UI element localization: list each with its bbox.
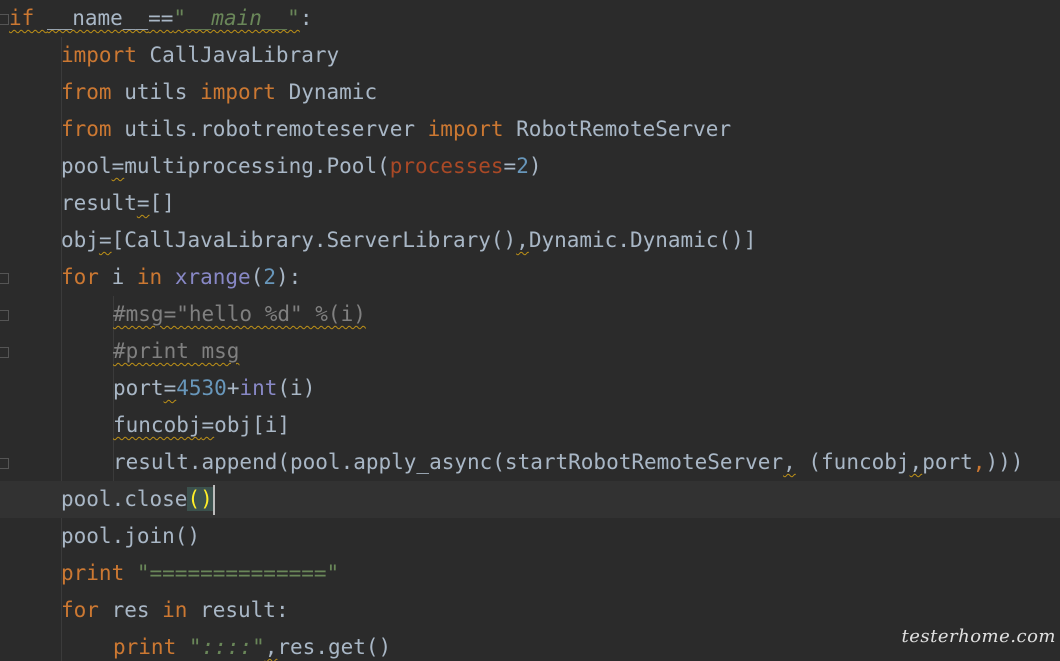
code-line[interactable]: from utils import Dynamic — [0, 74, 1060, 111]
operator: = — [136, 191, 150, 215]
code-line[interactable]: from utils.robotremoteserver import Robo… — [0, 111, 1060, 148]
identifier: CallJavaLibrary — [136, 43, 340, 67]
identifier: obj — [61, 228, 99, 252]
identifier: result: — [187, 598, 289, 622]
code-line[interactable]: pool.join() — [0, 518, 1060, 555]
string-literal: "==============" — [136, 561, 340, 585]
identifier: (funcobj — [795, 450, 910, 474]
builtin-function: xrange — [174, 265, 251, 289]
operator: + — [226, 376, 240, 400]
code-line[interactable]: result.append(pool.apply_async(startRobo… — [0, 444, 1060, 481]
code-line[interactable]: obj=[CallJavaLibrary.ServerLibrary(),Dyn… — [0, 222, 1060, 259]
identifier: Dynamic.Dynamic()] — [528, 228, 757, 252]
text-cursor — [212, 485, 215, 515]
operator: == — [148, 6, 174, 30]
keyword: import — [200, 80, 276, 104]
keyword: print — [113, 635, 177, 659]
identifier: res — [98, 598, 163, 622]
string-literal: "__main__" — [173, 6, 300, 30]
punctuation: [] — [149, 191, 175, 215]
keyword: print — [61, 561, 125, 585]
watermark-text: testerhome.com — [901, 626, 1056, 647]
operator: = — [111, 154, 125, 178]
number-literal: 4530 — [176, 376, 227, 400]
punctuation: , — [264, 635, 278, 659]
number-literal: 2 — [516, 154, 529, 178]
keyword: from — [61, 117, 112, 141]
code-line[interactable]: for res in result: — [0, 592, 1060, 629]
keyword: for — [61, 598, 99, 622]
punctuation: ))) — [985, 450, 1024, 474]
identifier: Dynamic — [275, 80, 378, 104]
keyword: in — [162, 598, 188, 622]
code-line[interactable]: port=4530+int(i) — [0, 370, 1060, 407]
identifier: port — [922, 450, 973, 474]
identifier: res.get() — [277, 635, 392, 659]
code-line-current[interactable]: pool.close() — [0, 481, 1060, 518]
keyword-argument: processes — [389, 154, 504, 178]
operator: = — [503, 154, 517, 178]
identifier: pool — [61, 154, 112, 178]
operator: = — [163, 376, 177, 400]
code-line[interactable]: #msg="hello %d" %(i) — [0, 296, 1060, 333]
keyword: if — [9, 6, 47, 30]
number-literal: 2 — [263, 265, 276, 289]
code-line[interactable]: result=[] — [0, 185, 1060, 222]
identifier: pool.join() — [61, 524, 201, 548]
identifier: (i) — [277, 376, 316, 400]
code-line[interactable]: pool=multiprocessing.Pool(processes=2) — [0, 148, 1060, 185]
identifier: result — [61, 191, 137, 215]
comment: #msg="hello %d" %(i) — [113, 302, 366, 326]
identifier: obj[i] — [214, 413, 291, 437]
identifier: port — [113, 376, 164, 400]
identifier: result.append(pool.apply_async(startRobo… — [113, 450, 784, 474]
code-editor[interactable]: if __name__=="__main__": import CallJava… — [0, 0, 1060, 661]
code-line[interactable]: if __name__=="__main__": — [0, 0, 1060, 37]
comment: #print msg — [113, 339, 240, 363]
keyword: in — [136, 265, 163, 289]
keyword: from — [61, 80, 112, 104]
keyword: import — [61, 43, 137, 67]
punctuation: , — [516, 228, 529, 252]
punctuation: , — [783, 450, 796, 474]
identifier: utils — [111, 80, 201, 104]
identifier: pool.close — [61, 487, 188, 511]
identifier: i — [98, 265, 137, 289]
matched-parens: () — [187, 487, 213, 511]
operator: = — [201, 413, 215, 437]
punctuation: , — [972, 450, 986, 474]
keyword: import — [427, 117, 504, 141]
punctuation: : — [299, 6, 313, 30]
code-line[interactable]: import CallJavaLibrary — [0, 37, 1060, 74]
code-line[interactable]: funcobj=obj[i] — [0, 407, 1060, 444]
code-line[interactable]: print "==============" — [0, 555, 1060, 592]
punctuation: , — [909, 450, 923, 474]
string-literal: "::::" — [188, 635, 265, 659]
code-line[interactable]: #print msg — [0, 333, 1060, 370]
identifier: __name__ — [46, 6, 149, 30]
identifier: RobotRemoteServer — [503, 117, 732, 141]
punctuation: ( — [250, 265, 264, 289]
operator: = — [98, 228, 112, 252]
punctuation: ): — [276, 265, 302, 289]
identifier: [CallJavaLibrary.ServerLibrary() — [111, 228, 517, 252]
code-line[interactable]: for i in xrange(2): — [0, 259, 1060, 296]
keyword: for — [61, 265, 99, 289]
identifier: funcobj — [113, 413, 202, 437]
punctuation: ) — [528, 154, 542, 178]
identifier: multiprocessing.Pool( — [124, 154, 390, 178]
identifier: utils.robotremoteserver — [111, 117, 428, 141]
builtin-function: int — [239, 376, 278, 400]
